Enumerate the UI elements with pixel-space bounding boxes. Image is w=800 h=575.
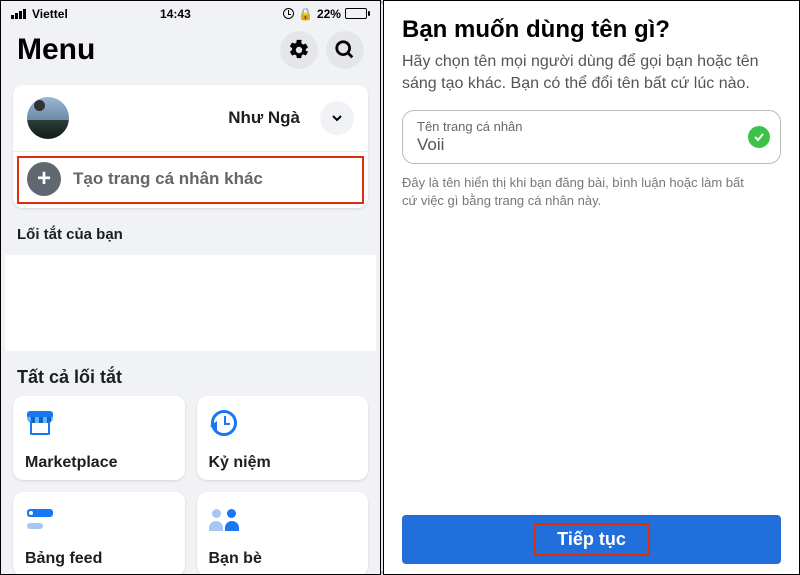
input-value: Voii	[417, 135, 736, 155]
card-label: Kỷ niệm	[209, 454, 357, 472]
input-label: Tên trang cá nhân	[417, 119, 736, 134]
battery-icon	[345, 8, 370, 19]
marketplace-icon	[27, 411, 53, 435]
search-button[interactable]	[326, 31, 364, 69]
create-profile-label: Tạo trang cá nhân khác	[73, 169, 263, 189]
settings-button[interactable]	[280, 31, 318, 69]
card-label: Bảng feed	[25, 550, 173, 568]
right-screenshot: Bạn muốn dùng tên gì? Hãy chọn tên mọi n…	[383, 0, 800, 575]
dialog-subtitle: Hãy chọn tên mọi người dùng để gọi bạn h…	[402, 51, 781, 94]
chevron-down-icon	[329, 110, 345, 126]
plus-icon: +	[27, 162, 61, 196]
shortcut-friends[interactable]: Bạn bè	[197, 492, 369, 575]
your-shortcuts-header: Lối tắt của bạn	[1, 208, 380, 247]
signal-icon	[11, 9, 26, 19]
clock: 14:43	[160, 7, 191, 21]
feed-icon	[27, 509, 53, 529]
continue-button[interactable]: Tiếp tục	[402, 515, 781, 564]
left-screenshot: Viettel 14:43 🔒 22% Menu	[0, 0, 381, 575]
expand-profile[interactable]	[320, 101, 354, 135]
profile-name-input[interactable]: Tên trang cá nhân Voii	[402, 110, 781, 164]
alarm-icon	[283, 8, 294, 19]
card-label: Bạn bè	[209, 550, 357, 568]
profile-row[interactable]: Như Ngà	[13, 85, 368, 151]
card-label: Marketplace	[25, 454, 173, 472]
avatar	[27, 97, 69, 139]
dialog-heading: Bạn muốn dùng tên gì?	[402, 15, 781, 45]
profile-card: Như Ngà + Tạo trang cá nhân khác	[13, 85, 368, 208]
valid-check-icon	[748, 126, 770, 148]
shortcut-memories[interactable]: Kỷ niệm	[197, 396, 369, 480]
friends-icon	[209, 507, 239, 531]
shortcut-marketplace[interactable]: Marketplace	[13, 396, 185, 480]
shortcut-feed[interactable]: Bảng feed	[13, 492, 185, 575]
orientation-lock-icon: 🔒	[298, 7, 313, 21]
gear-icon	[288, 39, 310, 61]
shortcuts-grid: Marketplace Kỷ niệm Bảng feed Bạn bè	[1, 396, 380, 575]
all-shortcuts-header: Tất cả lối tắt	[1, 351, 380, 396]
battery-pct: 22%	[317, 7, 341, 21]
continue-label: Tiếp tục	[557, 529, 626, 549]
helper-text: Đây là tên hiển thị khi bạn đăng bài, bì…	[402, 174, 752, 209]
page-title: Menu	[17, 33, 95, 67]
carrier-label: Viettel	[32, 7, 68, 21]
memories-icon	[211, 410, 237, 436]
menu-header: Menu	[1, 23, 380, 79]
profile-name: Như Ngà	[81, 108, 308, 128]
status-bar: Viettel 14:43 🔒 22%	[1, 1, 380, 23]
search-icon	[334, 39, 356, 61]
create-profile-button[interactable]: + Tạo trang cá nhân khác	[13, 151, 368, 208]
empty-area	[5, 255, 376, 351]
